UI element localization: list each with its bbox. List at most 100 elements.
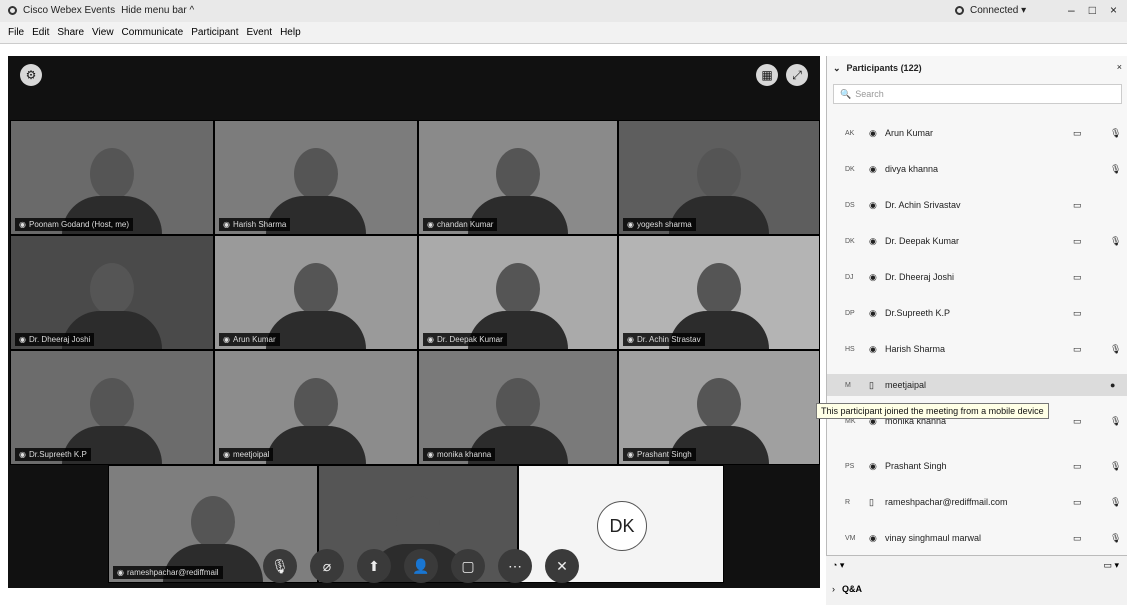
close-panel-icon[interactable]: ×	[1117, 62, 1122, 72]
video-tile[interactable]: ◉ Dr. Deepak Kumar	[418, 235, 618, 350]
meeting-info-icon[interactable]: ⚙	[20, 64, 42, 86]
menu-participant[interactable]: Participant	[191, 27, 238, 38]
menu-communicate[interactable]: Communicate	[122, 27, 184, 38]
mic-icon[interactable]: 🎙	[1110, 164, 1121, 175]
video-tile[interactable]: ◉ meetjoipal	[214, 350, 418, 465]
connection-status[interactable]: Connected ▾	[970, 5, 1026, 16]
video-tile[interactable]: ◉ Dr.Supreeth K.P	[10, 350, 214, 465]
chat-icon[interactable]: ▢	[451, 549, 485, 583]
mic-icon[interactable]: 🎙	[1110, 461, 1121, 472]
mic-icon[interactable]: 🎙	[1110, 236, 1121, 247]
hide-menu-bar-button[interactable]: Hide menu bar ^	[121, 5, 194, 16]
connection-status-icon	[955, 6, 964, 15]
video-tile-name: ◉ yogesh sharma	[623, 218, 696, 231]
avatar: DK	[597, 501, 647, 551]
participant-name: Dr.Supreeth K.P	[885, 308, 951, 318]
video-tile-name: ◉ Prashant Singh	[623, 448, 696, 461]
video-tile[interactable]: ◉ yogesh sharma	[618, 120, 820, 235]
user-icon: ◉	[19, 450, 26, 459]
video-tile[interactable]: ◉ Dr. Achin Strastav	[618, 235, 820, 350]
user-icon: ◉	[869, 460, 877, 471]
video-tile[interactable]: ◉ Arun Kumar	[214, 235, 418, 350]
audio-options-icon[interactable]: ◔ ▾	[832, 560, 844, 571]
participant-row[interactable]: AK ◉ Arun Kumar ▭ 🎙	[827, 122, 1127, 144]
participants-icon[interactable]: 👤	[404, 549, 438, 583]
camera-icon: ▭	[1073, 343, 1082, 354]
menu-help[interactable]: Help	[280, 27, 301, 38]
user-icon: ◉	[19, 220, 26, 229]
participant-name: meetjaipal	[885, 380, 927, 390]
menu-event[interactable]: Event	[247, 27, 273, 38]
more-icon[interactable]: ⋯	[498, 549, 532, 583]
participant-name: vinay singhmaul marwal	[885, 533, 982, 543]
panel-footer: ◔ ▾ ▭ ▾ › Q&A	[826, 555, 1127, 605]
qa-panel-toggle[interactable]: Q&A	[842, 584, 862, 594]
menu-file[interactable]: File	[8, 27, 24, 38]
participant-row[interactable]: DP ◉ Dr.Supreeth K.P ▭	[827, 302, 1127, 324]
minimize-button[interactable]: –	[1068, 3, 1075, 17]
video-options-icon[interactable]: ▭ ▾	[1103, 560, 1119, 571]
user-icon: ◉	[223, 450, 230, 459]
participant-row-selected[interactable]: M ▯ meetjaipal ●	[827, 374, 1127, 396]
user-icon: ◉	[19, 335, 26, 344]
participant-initials: DK	[845, 165, 855, 173]
video-tile[interactable]: ◉ Poonam Godand (Host, me)	[10, 120, 214, 235]
video-tile[interactable]: ◉ Harish Sharma	[214, 120, 418, 235]
participant-row[interactable]: DK ◉ Dr. Deepak Kumar ▭ 🎙	[827, 230, 1127, 252]
participant-row[interactable]: PS ◉ Prashant Singh ▭ 🎙	[827, 455, 1127, 477]
mic-icon[interactable]: 🎙	[1110, 128, 1121, 139]
participant-name: divya khanna	[885, 164, 939, 174]
video-tile[interactable]: ◉ monika khanna	[418, 350, 618, 465]
video-tile-name: ◉ Harish Sharma	[219, 218, 291, 231]
camera-icon: ▭	[1073, 496, 1082, 507]
grid-layout-icon[interactable]: ▦	[756, 64, 778, 86]
video-tile-name: ◉ Dr. Deepak Kumar	[423, 333, 507, 346]
participant-row[interactable]: VM ◉ vinay singhmaul marwal ▭ 🎙	[827, 527, 1127, 549]
video-tile[interactable]: ◉ Prashant Singh	[618, 350, 820, 465]
participants-title: Participants (122)	[846, 63, 922, 73]
participant-row[interactable]: DS ◉ Dr. Achin Srivastav ▭	[827, 194, 1127, 216]
user-icon: ◉	[117, 568, 124, 577]
participant-row[interactable]: HS ◉ Harish Sharma ▭ 🎙	[827, 338, 1127, 360]
video-tile-name: ◉ Arun Kumar	[219, 333, 280, 346]
user-icon: ◉	[427, 450, 434, 459]
mic-icon[interactable]: ●	[1110, 380, 1115, 390]
user-icon: ◉	[627, 450, 634, 459]
mic-icon[interactable]: 🎙	[1110, 344, 1121, 355]
video-tile-name: ◉ chandan Kumar	[423, 218, 498, 231]
camera-icon: ▭	[1073, 127, 1082, 138]
chevron-right-icon[interactable]: ›	[832, 584, 835, 594]
participant-row[interactable]: R ▯ rameshpachar@rediffmail.com ▭ 🎙	[827, 491, 1127, 513]
video-tile[interactable]: ◉ Dr. Dheeraj Joshi	[10, 235, 214, 350]
mic-icon[interactable]: 🎙	[1110, 416, 1121, 427]
menu-edit[interactable]: Edit	[32, 27, 49, 38]
video-tile[interactable]: ◉ chandan Kumar	[418, 120, 618, 235]
maximize-button[interactable]: □	[1089, 3, 1096, 17]
participant-initials: DS	[845, 201, 855, 209]
webex-logo-icon	[8, 6, 17, 15]
fullscreen-icon[interactable]: ⤢	[786, 64, 808, 86]
share-icon[interactable]: ⬆	[357, 549, 391, 583]
user-icon: ◉	[427, 335, 434, 344]
meeting-controls: 🎙 ⌀ ⬆ 👤 ▢ ⋯ ✕	[263, 549, 579, 583]
user-icon: ◉	[223, 335, 230, 344]
close-window-button[interactable]: ×	[1110, 3, 1117, 17]
user-icon: ◉	[223, 220, 230, 229]
user-icon: ◉	[427, 220, 434, 229]
title-bar: Cisco Webex Events Hide menu bar ^ Conne…	[0, 0, 1127, 23]
menu-view[interactable]: View	[92, 27, 114, 38]
user-icon: ◉	[627, 220, 634, 229]
participants-header[interactable]: ⌄ Participants (122) ×	[827, 56, 1127, 80]
mobile-device-tooltip: This participant joined the meeting from…	[816, 403, 1049, 419]
participant-search[interactable]: 🔍 Search	[833, 84, 1122, 104]
menu-share[interactable]: Share	[57, 27, 84, 38]
participant-row[interactable]: DK ◉ divya khanna 🎙	[827, 158, 1127, 180]
mic-icon[interactable]: 🎙	[1110, 533, 1121, 544]
participant-row[interactable]: DJ ◉ Dr. Dheeraj Joshi ▭	[827, 266, 1127, 288]
mic-icon[interactable]: 🎙	[1110, 497, 1121, 508]
participant-initials: DP	[845, 309, 855, 317]
leave-icon[interactable]: ✕	[545, 549, 579, 583]
mute-icon[interactable]: 🎙	[263, 549, 297, 583]
user-icon: ◉	[869, 307, 877, 318]
video-icon[interactable]: ⌀	[310, 549, 344, 583]
